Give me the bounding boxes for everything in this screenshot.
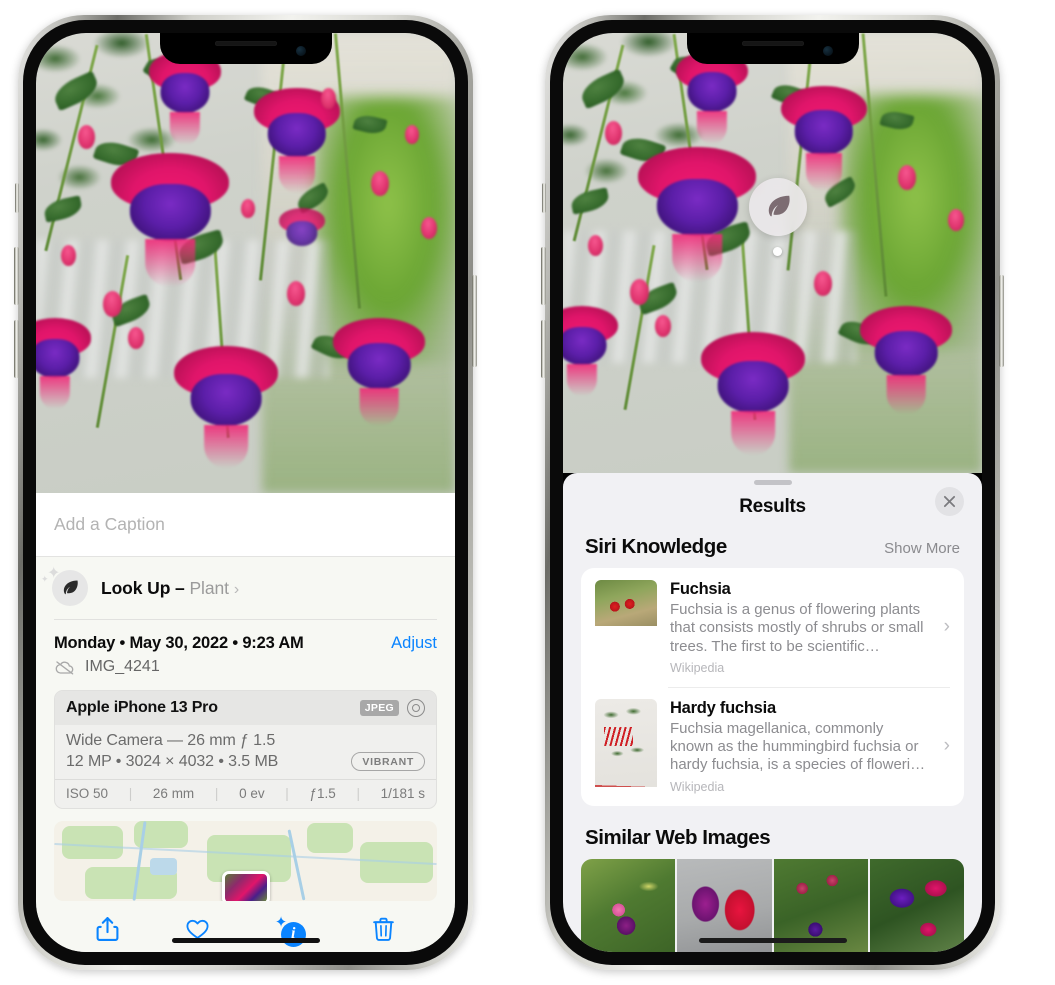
phone-bezel: Results Siri Knowledge Show More Fuchsia… [550, 20, 995, 965]
close-icon[interactable] [935, 487, 964, 516]
photographic-style-badge: VIBRANT [351, 752, 425, 771]
fuchsia-red-flowers-thumb [595, 580, 657, 675]
list-item[interactable]: Hardy fuchsia Fuchsia magellanica, commo… [581, 686, 964, 806]
photo-info-sheet: Add a Caption ✦ ✦ Look Up – Plant › Mond… [36, 493, 455, 952]
show-more-button[interactable]: Show More [884, 540, 960, 557]
earpiece-speaker [741, 41, 804, 46]
stat-separator: | [214, 786, 219, 801]
knowledge-body: Fuchsia Fuchsia is a genus of flowering … [670, 580, 927, 675]
exif-body: Wide Camera — 26 mm ƒ 1.5 12 MP • 3024 ×… [55, 725, 436, 779]
list-item[interactable]: Fuchsia Fuchsia is a genus of flowering … [581, 568, 964, 687]
similar-web-images-header: Similar Web Images [563, 806, 982, 859]
front-camera-icon [822, 46, 833, 56]
knowledge-source: Wikipedia [670, 660, 725, 675]
knowledge-description: Fuchsia magellanica, commonly known as t… [670, 719, 926, 774]
exif-card[interactable]: Apple iPhone 13 Pro JPEG Wide Camera — 2… [54, 690, 437, 809]
leaf-icon: ✦ ✦ [41, 566, 88, 606]
photo-viewer[interactable] [563, 33, 982, 473]
photo-location-map[interactable] [54, 821, 437, 901]
knowledge-title: Fuchsia [670, 580, 731, 598]
exif-stat: 26 mm [152, 786, 195, 801]
earpiece-speaker [214, 41, 277, 46]
notch [159, 33, 332, 64]
look-up-label: Look Up – Plant › [101, 578, 239, 599]
results-header: Results [563, 485, 982, 531]
knowledge-body: Hardy fuchsia Fuchsia magellanica, commo… [670, 699, 927, 794]
photo-viewer[interactable] [36, 33, 455, 493]
cloud-slash-icon [55, 660, 74, 675]
knowledge-source: Wikipedia [670, 779, 725, 794]
camera-model: Apple iPhone 13 Pro [66, 699, 218, 716]
phone-screen-right: Results Siri Knowledge Show More Fuchsia… [563, 33, 982, 952]
power-button[interactable] [472, 275, 477, 367]
screenshot-canvas: Add a Caption ✦ ✦ Look Up – Plant › Mond… [0, 0, 1055, 985]
web-image-pink-purple-fuchsia[interactable] [581, 858, 676, 952]
visual-look-up-anchor-dot [773, 247, 782, 256]
chevron-right-icon: › [233, 580, 240, 598]
similar-web-images-title: Similar Web Images [585, 825, 771, 849]
chevron-right-icon: › [943, 735, 950, 757]
knowledge-description: Fuchsia is a genus of flowering plants t… [670, 601, 924, 655]
notch [686, 33, 859, 64]
look-up-subject: Plant [189, 577, 229, 598]
home-indicator[interactable] [171, 938, 320, 943]
volume-down-button[interactable] [14, 320, 19, 378]
photo-date: Monday • May 30, 2022 • 9:23 AM [54, 634, 304, 652]
exif-stat: 1/181 s [380, 786, 425, 801]
photo-toolbar: ✦ i [36, 901, 455, 952]
stat-separator: | [356, 786, 360, 801]
caption-input[interactable]: Add a Caption [36, 493, 455, 557]
volume-up-button[interactable] [14, 247, 19, 305]
trash-icon[interactable] [371, 915, 396, 948]
photo-metadata-row: Monday • May 30, 2022 • 9:23 AM Adjust [36, 620, 455, 653]
filename: IMG_4241 [85, 658, 160, 675]
photo-pin[interactable] [221, 870, 270, 901]
exif-header: Apple iPhone 13 Pro JPEG [55, 691, 436, 725]
lens-info: Wide Camera — 26 mm ƒ 1.5 [66, 732, 276, 749]
phone-bezel: Add a Caption ✦ ✦ Look Up – Plant › Mond… [23, 20, 468, 965]
volume-down-button[interactable] [541, 320, 546, 378]
sparkles-icon: ✦ ✦ [41, 565, 61, 584]
stat-separator: | [128, 786, 133, 801]
phone-right: Results Siri Knowledge Show More Fuchsia… [541, 15, 1004, 970]
siri-knowledge-header: Siri Knowledge Show More [563, 531, 982, 568]
silence-switch[interactable] [542, 183, 546, 213]
share-icon[interactable] [95, 915, 120, 948]
format-badge: JPEG [359, 700, 399, 716]
phone-screen-left: Add a Caption ✦ ✦ Look Up – Plant › Mond… [36, 33, 455, 952]
chevron-right-icon: › [943, 616, 950, 638]
web-image-purple-red-fuchsia[interactable] [869, 858, 964, 952]
results-sheet: Results Siri Knowledge Show More Fuchsia… [563, 473, 982, 952]
phone-left: Add a Caption ✦ ✦ Look Up – Plant › Mond… [14, 15, 477, 970]
exif-size-row: 12 MP • 3024 × 4032 • 3.5 MB VIBRANT [66, 752, 425, 771]
exif-stats: ISO 50 | 26 mm | 0 ev | ƒ1.5 | 1/181 s [55, 779, 436, 808]
siri-knowledge-card: Fuchsia Fuchsia is a genus of flowering … [581, 568, 964, 806]
silence-switch[interactable] [15, 183, 19, 213]
exif-stat: 0 ev [239, 786, 265, 801]
heart-icon[interactable] [185, 915, 210, 948]
volume-up-button[interactable] [541, 247, 546, 305]
siri-knowledge-title: Siri Knowledge [585, 535, 727, 558]
look-up-title: Look Up – [101, 577, 190, 598]
stat-separator: | [285, 786, 289, 801]
exif-stat: ISO 50 [66, 786, 109, 801]
aperture-icon [407, 699, 425, 717]
hardy-fuchsia-specimen-thumb [595, 698, 657, 794]
image-size-info: 12 MP • 3024 × 4032 • 3.5 MB [66, 752, 279, 770]
front-camera-icon [295, 46, 306, 56]
knowledge-title: Hardy fuchsia [670, 698, 776, 717]
leaf-icon [768, 195, 790, 217]
visual-look-up-badge[interactable] [749, 178, 807, 236]
adjust-button[interactable]: Adjust [391, 634, 437, 653]
home-indicator[interactable] [698, 938, 847, 943]
exif-badges: JPEG [359, 699, 425, 717]
results-title: Results [739, 496, 806, 517]
power-button[interactable] [999, 275, 1004, 367]
filename-row: IMG_4241 [36, 653, 455, 690]
exif-stat: ƒ1.5 [309, 786, 336, 801]
look-up-row[interactable]: ✦ ✦ Look Up – Plant › [36, 557, 455, 619]
